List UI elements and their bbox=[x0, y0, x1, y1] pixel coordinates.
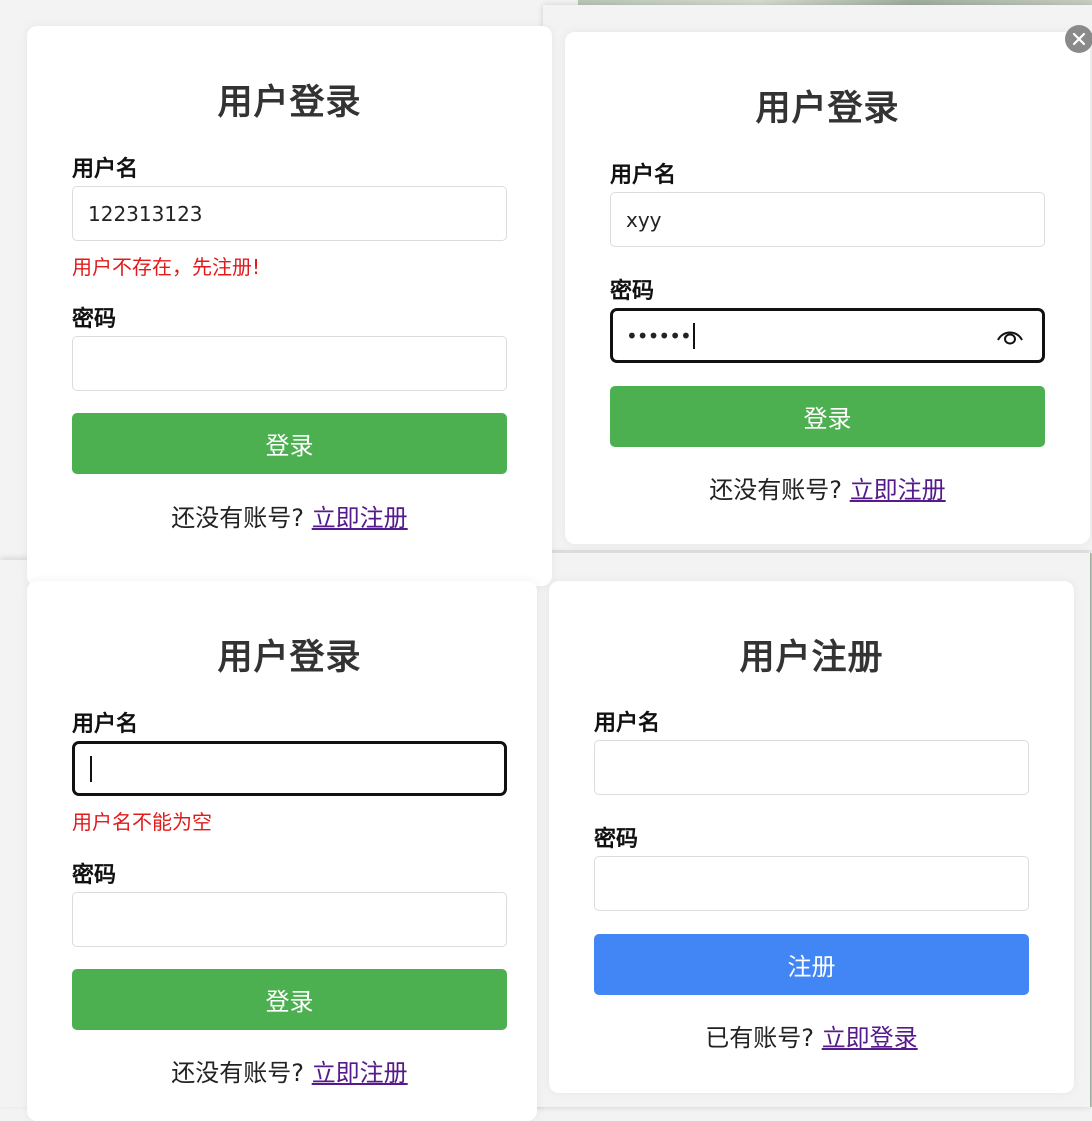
text-caret bbox=[90, 755, 92, 782]
login-card: 用户登录 用户名 用户名不能为空 密码 登录 还没有账号? 立即注册 bbox=[27, 581, 537, 1121]
username-label: 用户名 bbox=[594, 711, 661, 736]
register-link[interactable]: 立即注册 bbox=[850, 476, 946, 504]
username-value: xyy bbox=[626, 207, 662, 232]
login-card: 用户登录 用户名 xyy 密码 •••••• 登录 还没有账号? 立即注册 bbox=[565, 32, 1090, 544]
login-link[interactable]: 立即登录 bbox=[822, 1024, 918, 1052]
register-link[interactable]: 立即注册 bbox=[312, 504, 408, 532]
register-prompt: 还没有账号? 立即注册 bbox=[27, 498, 552, 533]
login-card: 用户登录 用户名 122313123 用户不存在，先注册! 密码 登录 还没有账… bbox=[27, 26, 552, 586]
password-value: •••••• bbox=[626, 323, 692, 348]
page-title: 用户登录 bbox=[217, 83, 362, 123]
register-card: 用户注册 用户名 密码 注册 已有账号? 立即登录 bbox=[549, 581, 1074, 1093]
username-value: 122313123 bbox=[88, 201, 203, 226]
page-title: 用户登录 bbox=[217, 638, 362, 678]
login-button[interactable]: 登录 bbox=[72, 969, 507, 1030]
username-input[interactable]: xyy bbox=[610, 192, 1045, 247]
register-prompt-text: 还没有账号? bbox=[171, 504, 305, 532]
username-input[interactable]: 122313123 bbox=[72, 186, 507, 241]
username-input[interactable] bbox=[594, 740, 1029, 795]
password-input[interactable] bbox=[72, 892, 507, 947]
login-prompt: 已有账号? 立即登录 bbox=[549, 1018, 1074, 1053]
register-link[interactable]: 立即注册 bbox=[312, 1059, 408, 1087]
password-input[interactable] bbox=[594, 856, 1029, 911]
password-label: 密码 bbox=[594, 827, 639, 852]
login-button[interactable]: 登录 bbox=[610, 386, 1045, 447]
password-input[interactable]: •••••• bbox=[610, 308, 1045, 363]
register-prompt-text: 还没有账号? bbox=[171, 1059, 305, 1087]
username-label: 用户名 bbox=[610, 163, 677, 188]
register-button[interactable]: 注册 bbox=[594, 934, 1029, 995]
register-prompt: 还没有账号? 立即注册 bbox=[565, 470, 1090, 505]
eye-icon[interactable] bbox=[996, 326, 1024, 346]
close-icon[interactable] bbox=[1065, 25, 1092, 53]
register-prompt: 还没有账号? 立即注册 bbox=[27, 1053, 552, 1088]
page-title: 用户登录 bbox=[755, 89, 900, 129]
login-button[interactable]: 登录 bbox=[72, 413, 507, 474]
login-prompt-text: 已有账号? bbox=[705, 1024, 815, 1052]
register-prompt-text: 还没有账号? bbox=[709, 476, 843, 504]
password-label: 密码 bbox=[72, 307, 117, 332]
username-error: 用户名不能为空 bbox=[72, 810, 212, 834]
text-caret bbox=[692, 322, 695, 349]
username-label: 用户名 bbox=[72, 157, 139, 182]
password-input[interactable] bbox=[72, 336, 507, 391]
password-label: 密码 bbox=[610, 279, 655, 304]
username-label: 用户名 bbox=[72, 712, 139, 737]
username-error: 用户不存在，先注册! bbox=[72, 255, 261, 279]
page-title: 用户注册 bbox=[739, 638, 884, 678]
username-input[interactable] bbox=[72, 741, 507, 796]
password-label: 密码 bbox=[72, 863, 117, 888]
